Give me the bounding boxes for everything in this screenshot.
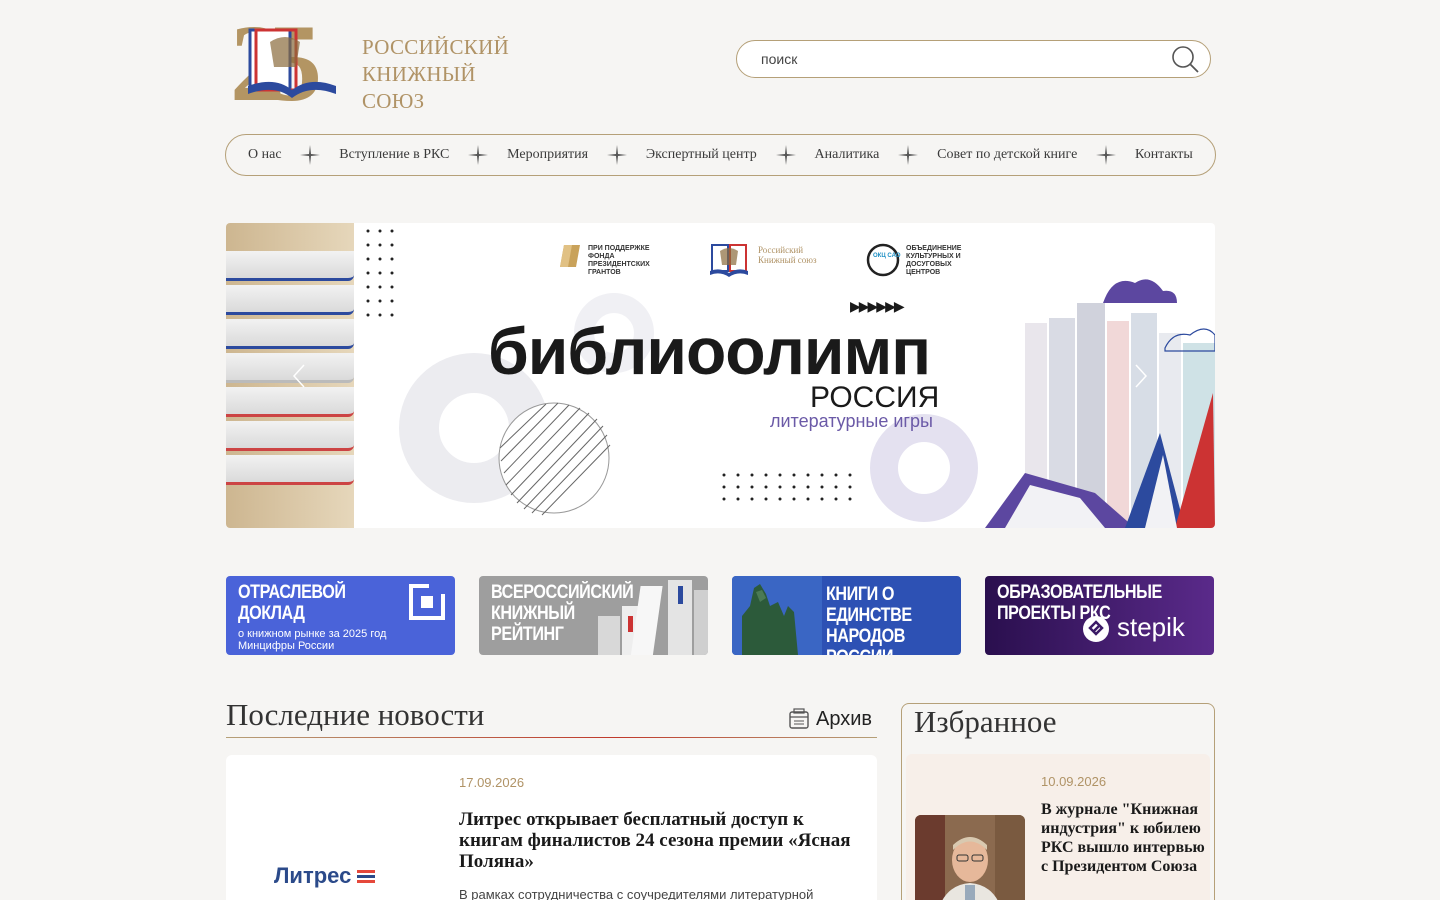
nav-item-expert-center[interactable]: Экспертный центр (646, 147, 757, 163)
tile-industry-report[interactable]: Отраслевой доклад о книжном рынке за 202… (226, 576, 455, 655)
tile-book-rating[interactable]: Всероссийский книжный рейтинг (479, 576, 708, 655)
star-divider-icon (468, 145, 489, 165)
site-logo[interactable]: 25 РОССИЙСКИЙ КНИЖНЫЙ СОЮЗ (230, 12, 530, 113)
portrait-image (915, 815, 1025, 900)
star-divider-icon (1096, 145, 1117, 165)
partner-rks-line1: Российский (758, 245, 804, 255)
nav-item-children-book-council[interactable]: Совет по детской книге (937, 147, 1077, 163)
interview-photo (915, 815, 1025, 900)
partner-rks: Российский Книжный союз (758, 245, 817, 265)
news-date: 17.09.2026 (459, 775, 525, 790)
rks-small-logo-icon (710, 244, 748, 277)
archive-link[interactable]: Архив (788, 705, 872, 733)
litres-mark-icon (357, 870, 376, 883)
okc-logo-icon (866, 243, 900, 277)
partner-rks-line2: Книжный союз (758, 255, 817, 265)
tile-unity-books[interactable]: Книги о единстве народов России (732, 576, 961, 655)
star-divider-icon (775, 145, 796, 165)
logo-emblem-icon: 25 (230, 12, 336, 104)
nav-item-about[interactable]: О нас (248, 147, 282, 163)
favorites-panel: Избранное 10.09.2026 В журнале "Книжная … (901, 703, 1215, 900)
archive-icon (789, 708, 809, 729)
carousel-next-icon[interactable] (1128, 361, 1152, 391)
nav-item-analytics[interactable]: Аналитика (815, 147, 880, 163)
section-divider (226, 737, 877, 738)
tile-education-projects[interactable]: Образовательные проекты РКС stepik (985, 576, 1214, 655)
star-divider-icon (606, 145, 627, 165)
search-icon[interactable] (1170, 44, 1200, 74)
partner-okc-badge: ОКЦ САО (873, 253, 901, 259)
litres-logo: Литрес (274, 863, 376, 889)
partner-presidential-grants: При поддержке Фонда президентских гранто… (588, 245, 650, 276)
nav-item-contacts[interactable]: Контакты (1135, 147, 1193, 163)
carousel-prev-icon[interactable] (288, 361, 312, 391)
nav-item-events[interactable]: Мероприятия (507, 147, 588, 163)
books-illustration-icon (598, 580, 708, 655)
search-box (736, 40, 1211, 78)
litres-logo-text: Литрес (274, 863, 352, 888)
nav-item-join[interactable]: Вступление в РКС (339, 147, 449, 163)
tile-title: Отраслевой доклад (238, 582, 346, 624)
tile-title: Книги о единстве народов России (826, 584, 912, 655)
partner-okc: Объединение культурных и досуговых центр… (906, 245, 962, 276)
stepik-logo-icon (1083, 616, 1109, 642)
logo-line2: КНИЖНЫЙ СОЮЗ (362, 62, 476, 113)
favorite-date: 10.09.2026 (1041, 774, 1107, 789)
banner-books-right-image (985, 279, 1215, 528)
monument-illustration-icon (732, 576, 822, 655)
star-divider-icon (898, 145, 919, 165)
news-title[interactable]: Литрес открывает бесплатный доступ к кни… (459, 809, 859, 872)
favorite-title[interactable]: В журнале "Книжная индустрия" к юбилею Р… (1041, 800, 1206, 876)
news-section-title: Последние новости (226, 697, 485, 732)
star-divider-icon (300, 145, 321, 165)
archive-label: Архив (816, 707, 873, 730)
main-navigation: О нас Вступление в РКС Мероприятия Экспе… (225, 134, 1216, 176)
news-excerpt: В рамках сотрудничества с соучредителями… (459, 887, 814, 900)
stepik-brand: stepik (1117, 612, 1185, 642)
hero-carousel[interactable]: При поддержке Фонда президентских гранто… (226, 223, 1215, 528)
presidential-grants-logo-icon (560, 245, 580, 267)
qr-corner-icon (409, 584, 445, 620)
banner-brand-title: библиоолимп (488, 314, 931, 388)
logo-line1: РОССИЙСКИЙ (362, 35, 510, 59)
news-card[interactable]: Литрес 17.09.2026 Литрес открывает беспл… (226, 755, 877, 900)
favorite-card[interactable]: 10.09.2026 В журнале "Книжная индустрия"… (906, 754, 1210, 900)
banner-brand-tagline: литературные игры (770, 411, 933, 431)
banner-brand-subtitle: РОССИЯ (810, 381, 940, 414)
tile-subtitle: о книжном рынке за 2025 год Минцифры Рос… (238, 628, 387, 652)
search-input[interactable] (761, 49, 1161, 69)
favorites-section-title: Избранное (914, 704, 1057, 739)
logo-text: РОССИЙСКИЙ КНИЖНЫЙ СОЮЗ (362, 34, 530, 115)
